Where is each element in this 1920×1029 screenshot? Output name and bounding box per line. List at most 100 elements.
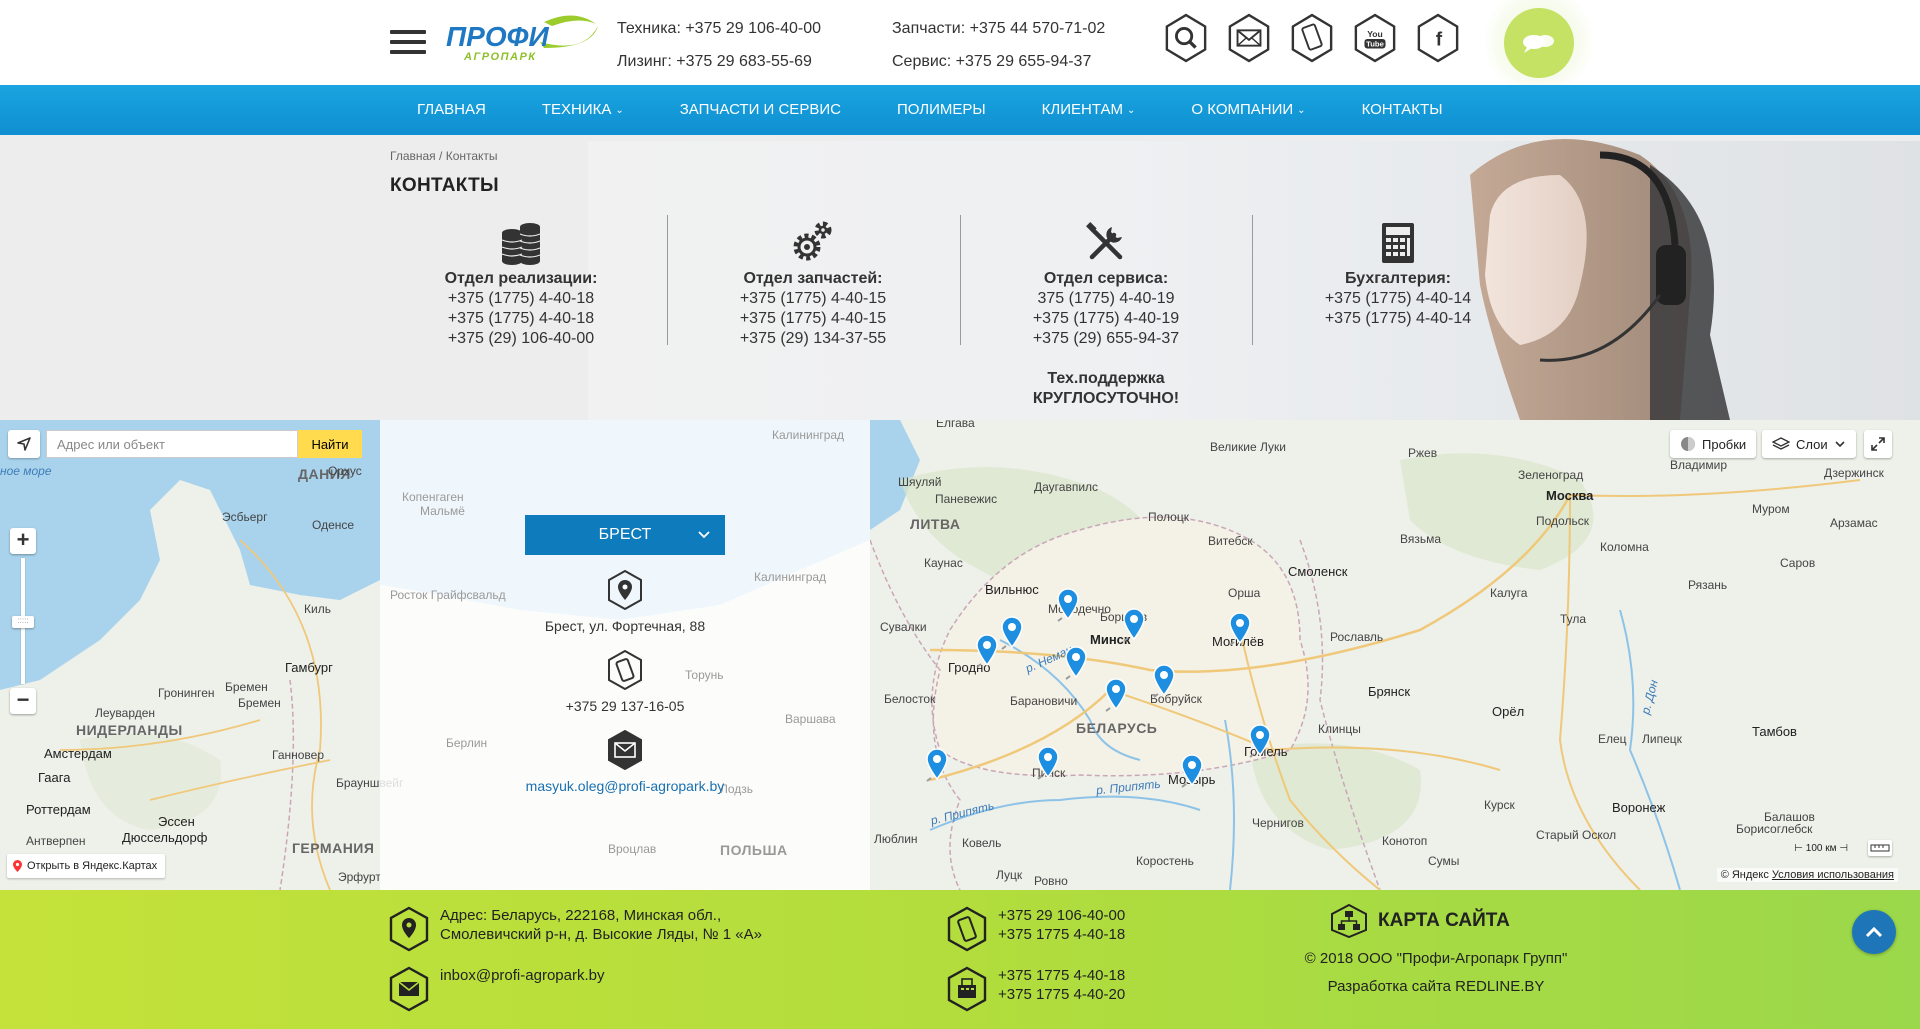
nav-item-label: КЛИЕНТАМ (1041, 101, 1124, 118)
open-in-yandex-maps-button[interactable]: Открыть в Яндекс.Картах (7, 854, 166, 878)
office-phone[interactable]: +375 29 137-16-05 (380, 698, 870, 714)
scroll-to-top-button[interactable] (1852, 910, 1896, 954)
zoom-slider[interactable]: ::::: (12, 558, 34, 684)
phone-leasing[interactable]: Лизинг: +375 29 683-55-69 (617, 45, 821, 78)
department-phone[interactable]: 375 (1775) 4-40-19 (976, 289, 1236, 309)
map-label: Антверпен (26, 834, 86, 848)
phone-service[interactable]: Сервис: +375 29 655-94-37 (892, 45, 1105, 78)
nav-item-6[interactable]: КОНТАКТЫ (1334, 85, 1471, 135)
map-copyright: © Яндекс Условия использования (1716, 868, 1898, 882)
department-phone[interactable]: +375 (1775) 4-40-14 (1268, 309, 1528, 329)
breadcrumb-home[interactable]: Главная (390, 149, 436, 163)
office-map-pin[interactable] (1064, 646, 1088, 680)
header: ПРОФИ АГРОПАРК Техника: +375 29 106-40-0… (0, 0, 1920, 96)
geolocation-icon[interactable] (8, 430, 40, 458)
footer-phone[interactable]: +375 1775 4-40-18 (998, 925, 1125, 944)
nav-item-2[interactable]: ЗАПЧАСТИ И СЕРВИС (652, 85, 869, 135)
department-phone[interactable]: +375 (1775) 4-40-15 (683, 289, 943, 309)
office-map-pin[interactable] (1000, 616, 1024, 650)
nav-item-4[interactable]: КЛИЕНТАМ ⌄ (1014, 85, 1164, 135)
chat-icon[interactable] (1504, 8, 1574, 78)
svg-text:Tube: Tube (1366, 40, 1384, 49)
footer-phone[interactable]: +375 1775 4-40-18 (998, 966, 1125, 985)
department-phone[interactable]: +375 (1775) 4-40-18 (391, 289, 651, 309)
office-map-pin[interactable] (1248, 724, 1272, 758)
map-label: Оденсе (312, 518, 355, 532)
map-label: Чернигов (1252, 816, 1304, 830)
department-phone[interactable]: +375 (1775) 4-40-14 (1268, 289, 1528, 309)
company-logo[interactable]: ПРОФИ АГРОПАРК (444, 14, 600, 66)
office-city-value: БРЕСТ (598, 526, 652, 543)
nav-item-3[interactable]: ПОЛИМЕРЫ (869, 85, 1014, 135)
office-map-pin[interactable] (1036, 746, 1060, 780)
search-icon[interactable] (1164, 13, 1208, 63)
office-email-link[interactable]: masyuk.oleg@profi-agropark.by (526, 778, 725, 794)
phone-parts[interactable]: Запчасти: +375 44 570-71-02 (892, 12, 1105, 45)
map-search-input[interactable] (46, 430, 298, 458)
zoom-out-button[interactable]: − (10, 688, 36, 714)
map-label: Варшава (785, 712, 836, 726)
footer-phone[interactable]: +375 29 106-40-00 (998, 906, 1125, 925)
office-city-select[interactable]: БРЕСТ (525, 515, 725, 555)
terms-of-use-link[interactable]: Условия использования (1772, 869, 1894, 881)
mail-icon (389, 966, 429, 1012)
layers-button[interactable]: Слои (1762, 430, 1856, 458)
footer-email-link[interactable]: inbox@profi-agropark.by (440, 966, 604, 985)
map-label: Липецк (1642, 732, 1682, 746)
map-label: Орша (1228, 586, 1261, 600)
mail-icon[interactable] (1227, 13, 1271, 63)
chevron-down-icon: ⌄ (1297, 105, 1306, 116)
map-label: Елгава (936, 420, 975, 430)
office-map-pin[interactable] (975, 634, 999, 668)
nav-item-5[interactable]: О КОМПАНИИ ⌄ (1163, 85, 1333, 135)
office-map-pin[interactable] (1104, 678, 1128, 712)
map-label: Воронеж (1612, 800, 1666, 815)
department-phone[interactable]: +375 (29) 106-40-00 (391, 329, 651, 349)
department-2: Отдел сервиса: 375 (1775) 4-40-19 +375 (17… (976, 215, 1236, 409)
youtube-icon[interactable]: You Tube (1353, 13, 1397, 63)
footer-phone[interactable]: +375 1775 4-40-20 (998, 985, 1125, 1004)
nav-item-label: ТЕХНИКА (541, 101, 612, 118)
office-map-pin[interactable] (1056, 588, 1080, 622)
office-phone-row: +375 29 137-16-05 (380, 650, 870, 714)
department-phone[interactable]: +375 (29) 655-94-37 (976, 329, 1236, 349)
yandex-pin-icon (13, 860, 22, 872)
developer-link[interactable]: Разработка сайта REDLINE.BY (1236, 978, 1636, 995)
office-map-pin[interactable] (925, 748, 949, 782)
traffic-button[interactable]: Пробки (1670, 430, 1757, 458)
office-map-pin[interactable] (1122, 608, 1146, 642)
menu-burger-icon[interactable] (390, 30, 426, 54)
map-label: Луцк (996, 868, 1023, 882)
sitemap-link[interactable]: КАРТА САЙТА (1330, 904, 1510, 938)
department-phone[interactable]: +375 (1775) 4-40-15 (683, 309, 943, 329)
header-icons: You Tube f (1164, 13, 1460, 63)
department-phone[interactable]: +375 (29) 134-37-55 (683, 329, 943, 349)
office-address: Брест, ул. Фортечная, 88 (544, 618, 706, 634)
map-label: Бремен (225, 680, 268, 694)
phone-icon[interactable] (1290, 13, 1334, 63)
map-search-button[interactable]: Найти (298, 430, 362, 458)
department-phone[interactable]: +375 (1775) 4-40-19 (976, 309, 1236, 329)
nav-item-1[interactable]: ТЕХНИКА ⌄ (514, 85, 652, 135)
footer-landline-phones: +375 1775 4-40-18 +375 1775 4-40-20 (946, 966, 1125, 1012)
phone-technika[interactable]: Техника: +375 29 106-40-00 (617, 12, 821, 45)
department-phone[interactable]: +375 (1775) 4-40-18 (391, 309, 651, 329)
location-pin-icon (389, 906, 429, 952)
map-label: Ковель (962, 836, 1002, 850)
office-map-pin[interactable] (1228, 612, 1252, 646)
map-label: Паневежис (935, 492, 998, 506)
ruler-icon[interactable] (1868, 840, 1892, 856)
yandex-map[interactable]: ное море ДАНИЯ Орхус Эсбьерг Оденсе Киль… (0, 420, 1920, 890)
map-label: Курск (1484, 798, 1515, 812)
nav-item-0[interactable]: ГЛАВНАЯ (389, 85, 514, 135)
office-map-pin[interactable] (1180, 754, 1204, 788)
zoom-slider-handle[interactable]: ::::: (12, 616, 34, 628)
facebook-icon[interactable]: f (1416, 13, 1460, 63)
zoom-in-button[interactable]: + (10, 528, 36, 554)
fullscreen-icon[interactable] (1864, 430, 1892, 458)
layers-icon (1772, 437, 1790, 450)
chevron-down-icon (1835, 441, 1845, 448)
map-label: ЛИТВА (910, 516, 961, 532)
breadcrumb: Главная / Контакты (390, 149, 498, 163)
office-map-pin[interactable] (1152, 664, 1176, 698)
